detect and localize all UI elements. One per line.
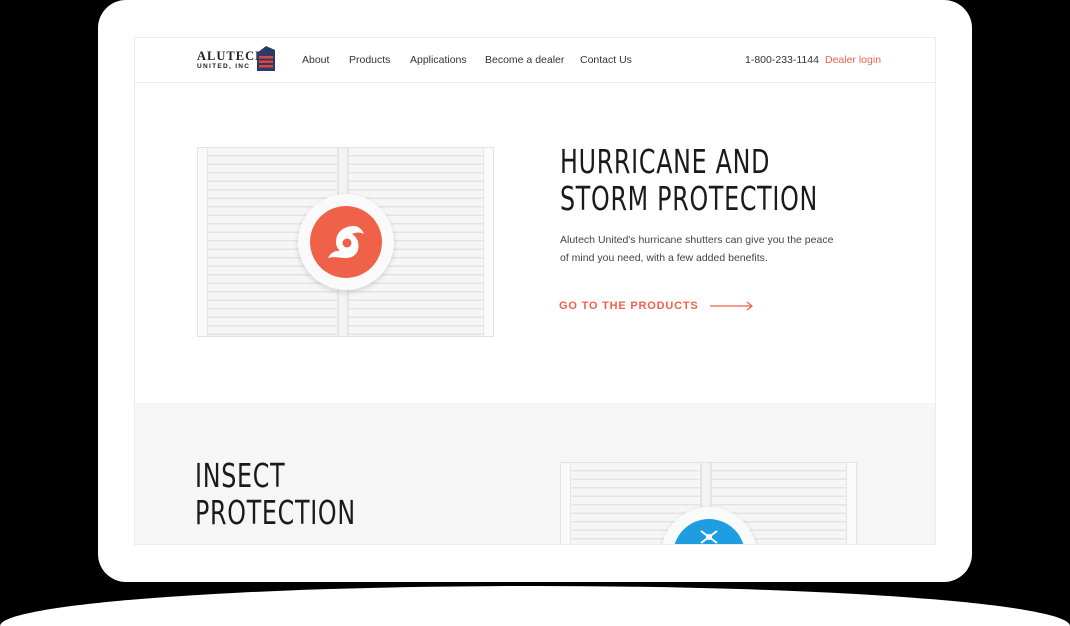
hurricane-badge <box>298 194 394 290</box>
arrow-right-icon <box>710 301 754 311</box>
logo-building-icon <box>257 46 275 71</box>
nav-link-contact[interactable]: Contact Us <box>580 54 632 66</box>
phone-number[interactable]: 1-800-233-1144 <box>745 54 819 66</box>
insect-shutter-image <box>560 462 857 544</box>
hurricane-shutter-image <box>197 147 494 337</box>
nav-link-about[interactable]: About <box>302 54 329 66</box>
top-navigation: ALUTECH UNITED, INC About Products Appli… <box>135 38 935 83</box>
insect-protection-section: INSECT PROTECTION <box>135 403 935 544</box>
section-title-line-1: INSECT <box>195 456 286 495</box>
brand-logo[interactable]: ALUTECH UNITED, INC <box>197 45 277 73</box>
cta-label: GO TO THE PRODUCTS <box>559 300 699 312</box>
brand-subname: UNITED, INC <box>197 63 251 70</box>
browser-screen: ALUTECH UNITED, INC About Products Appli… <box>134 37 936 545</box>
hero-title-line-2: STORM PROTECTION <box>560 179 819 218</box>
section-title-line-2: PROTECTION <box>195 493 356 532</box>
device-base <box>0 586 1070 626</box>
section-title: INSECT PROTECTION <box>195 457 356 531</box>
hero-title-line-1: HURRICANE AND <box>560 142 771 181</box>
nav-link-become-dealer[interactable]: Become a dealer <box>485 54 564 66</box>
hero-description: Alutech United's hurricane shutters can … <box>560 234 834 264</box>
go-to-products-link[interactable]: GO TO THE PRODUCTS <box>559 300 754 312</box>
dealer-login-link[interactable]: Dealer login <box>825 54 881 66</box>
hurricane-icon <box>310 206 382 278</box>
hero-title: HURRICANE AND STORM PROTECTION <box>560 143 818 217</box>
insect-icon <box>673 519 745 544</box>
nav-link-applications[interactable]: Applications <box>410 54 467 66</box>
nav-link-products[interactable]: Products <box>349 54 390 66</box>
